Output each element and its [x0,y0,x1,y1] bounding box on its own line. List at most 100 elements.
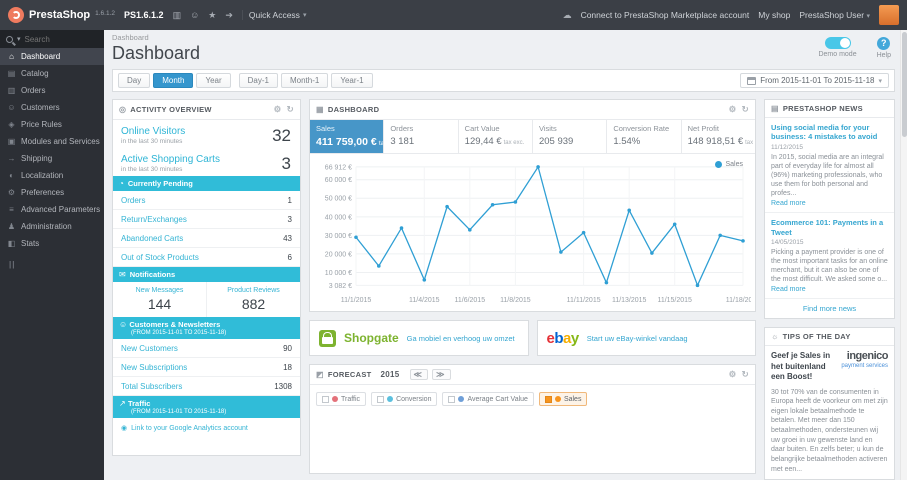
active-carts-link[interactable]: Active Shopping Carts [121,154,292,165]
currently-pending-header: ◔ Currently Pending [113,176,300,191]
row-label: Return/Exchanges [121,214,187,224]
product-reviews-cell[interactable]: Product Reviews 882 [207,282,300,317]
pending-row-returns[interactable]: Return/Exchanges 3 [113,210,300,229]
kpi-value: 148 918,51 € [687,136,744,147]
search-input[interactable] [24,34,87,44]
shop-name-link[interactable]: PS1.6.1.2 [124,10,164,20]
kpi-conversion-rate[interactable]: Conversion Rate 1.54% [607,120,682,153]
date-range-picker[interactable]: From 2015-11-01 To 2015-11-18 ▾ [740,73,889,88]
kpi-orders[interactable]: Orders 3 181 [384,120,459,153]
sidebar-item-localization[interactable]: Localization [0,167,104,184]
kpi-visits[interactable]: Visits 205 939 [533,120,608,153]
caret-down-icon[interactable]: ▾ [17,35,21,43]
gear-icon[interactable]: ⚙ [729,104,737,115]
kpi-value: 411 759,00 € [316,136,377,148]
filter-month-button[interactable]: Month [153,73,194,88]
kpi-sales[interactable]: Sales 411 759,00 €tax exc. [310,120,385,153]
google-analytics-link[interactable]: ◉ Link to your Google Analytics account [113,418,300,438]
marketplace-connect-link[interactable]: Connect to PrestaShop Marketplace accoun… [581,10,750,20]
sidebar-item-catalog[interactable]: Catalog [0,65,104,82]
row-label: Total Subscribers [121,381,183,391]
cell-value: 144 [147,296,172,312]
sidebar-item-preferences[interactable]: Preferences [0,184,104,201]
caret-down-icon: ▾ [878,77,882,85]
forecast-toggle-traffic[interactable]: Traffic [316,392,367,406]
pending-row-out-of-stock[interactable]: Out of Stock Products 6 [113,248,300,267]
pending-row-orders[interactable]: Orders 1 [113,191,300,210]
star-icon[interactable]: ★ [208,10,216,21]
kpi-cart-value[interactable]: Cart Value 129,44 € tax exc. [459,120,533,153]
kpi-row: Sales 411 759,00 €tax exc. Orders 3 181 … [310,120,755,154]
page-scrollbar[interactable] [900,30,907,480]
sidebar-item-customers[interactable]: Customers [0,99,104,116]
forecast-prev-button[interactable]: ≪ [409,369,428,380]
svg-text:30 000 €: 30 000 € [325,233,352,240]
rocket-icon[interactable]: ➔ [225,10,233,21]
sidebar-item-price-rules[interactable]: Price Rules [0,116,104,133]
refresh-icon[interactable]: ↻ [742,104,749,115]
kpi-net-profit[interactable]: Net Profit 148 918,51 €tax exc. [682,120,755,153]
filter-day-1-button[interactable]: Day-1 [238,73,278,88]
news-headline-link[interactable]: Ecommerce 101: Payments in a Tweet [771,218,888,237]
kpi-value: 205 939 [538,136,574,147]
dashboard-panel: ▦ DASHBOARD ⚙ ↻ Sales 411 759,00 €tax ex… [309,99,756,312]
customers-row-total-subscribers[interactable]: Total Subscribers 1308 [113,377,300,396]
sidebar-item-dashboard[interactable]: Dashboard [0,48,104,65]
gear-icon[interactable]: ⚙ [729,369,737,380]
marketplace-icon: ☁ [562,9,572,20]
scrollbar-thumb[interactable] [902,32,907,137]
prestashop-logo[interactable]: PrestaShop 1.6.1.2 [8,7,115,23]
sidebar-item-orders[interactable]: Orders [0,82,104,99]
sidebar-item-administration[interactable]: Administration [0,218,104,235]
news-date: 14/05/2015 [771,238,804,246]
checkbox-icon [377,395,385,403]
ingenico-tagline: payment services [841,363,888,370]
gear-icon[interactable]: ⚙ [274,104,282,115]
customers-row-new-customers[interactable]: New Customers 90 [113,339,300,358]
demo-mode-toggle[interactable] [824,37,851,49]
forecast-toggle-average-cart-value[interactable]: Average Cart Value [442,392,534,406]
filter-month-1-button[interactable]: Month-1 [280,73,329,88]
online-visitors-link[interactable]: Online Visitors [121,126,292,137]
forecast-year[interactable]: 2015 [381,370,400,379]
forecast-toggle-conversion[interactable]: Conversion [371,392,438,406]
quick-access-menu[interactable]: Quick Access ▾ [241,10,306,20]
row-label: Orders [121,195,146,205]
collapse-menu-button[interactable]: || [0,252,104,277]
filter-year-1-button[interactable]: Year-1 [331,73,373,88]
news-headline-link[interactable]: Using social media for your business: 4 … [771,123,888,142]
customer-icon[interactable]: ☺ [190,10,199,20]
legend-dot [458,396,465,402]
section-title: Customers & Newsletters [129,320,221,329]
refresh-icon[interactable]: ↻ [742,369,749,380]
filter-day-button[interactable]: Day [118,73,151,88]
help-icon[interactable]: ? [877,37,891,50]
cart-icon[interactable]: ▥ [173,10,182,21]
new-messages-cell[interactable]: New Messages 144 [113,282,207,317]
sidebar-item-stats[interactable]: Stats [0,235,104,252]
user-name: PrestaShop User [799,10,865,20]
find-more-news-link[interactable]: Find more news [765,299,894,318]
sidebar-item-shipping[interactable]: Shipping [0,150,104,167]
shopgate-logo-icon [319,329,336,347]
read-more-link[interactable]: Read more [771,200,888,207]
caret-down-icon: ▾ [866,13,870,20]
sidebar-item-advanced-parameters[interactable]: Advanced Parameters [0,201,104,218]
user-menu[interactable]: PrestaShop User ▾ [799,10,870,20]
refresh-icon[interactable]: ↻ [287,104,294,115]
forecast-toggle-sales[interactable]: Sales [538,392,588,406]
filter-year-button[interactable]: Year [196,73,231,88]
shopgate-promo-link[interactable]: Ga mobiel en verhoog uw omzet [407,334,515,343]
customers-row-new-subscriptions[interactable]: New Subscriptions 18 [113,358,300,377]
activity-overview-panel: ◎ ACTIVITY OVERVIEW ⚙ ↻ Online Visitors … [112,99,301,456]
pending-row-abandoned-carts[interactable]: Abandoned Carts 43 [113,229,300,248]
my-shop-link[interactable]: My shop [758,10,790,20]
legend-dot [332,396,338,402]
user-avatar[interactable] [879,5,899,25]
forecast-next-button[interactable]: ≫ [432,369,451,380]
ebay-promo-link[interactable]: Start uw eBay-winkel vandaag [587,334,688,343]
svg-text:3 082 €: 3 082 € [329,283,352,290]
sidebar-item-modules[interactable]: Modules and Services [0,133,104,150]
read-more-link[interactable]: Read more [771,286,888,293]
legend-label: Sales [725,161,743,168]
